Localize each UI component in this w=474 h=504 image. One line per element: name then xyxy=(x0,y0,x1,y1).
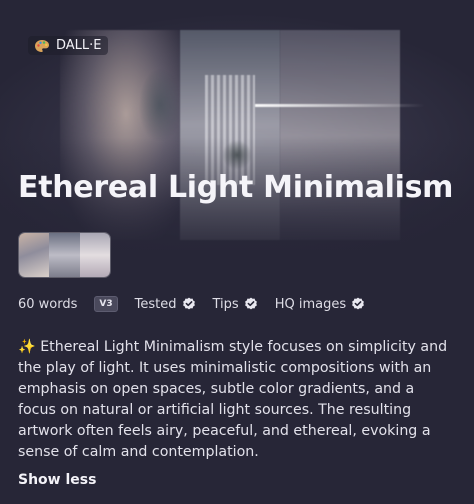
show-less-button[interactable]: Show less xyxy=(18,472,96,488)
tips-label: Tips xyxy=(212,296,239,312)
tips-item: Tips xyxy=(213,297,258,312)
tested-item: Tested xyxy=(135,297,196,312)
style-description: ✨ Ethereal Light Minimalism style focuse… xyxy=(18,337,456,463)
word-count: 60 words xyxy=(18,297,77,312)
thumbnail-image-1 xyxy=(19,233,50,277)
version-badge: V3 xyxy=(94,296,118,312)
page-title: Ethereal Light Minimalism xyxy=(18,170,454,205)
sparkle-icon: ✨ xyxy=(18,339,36,355)
verified-check-icon xyxy=(351,297,365,311)
meta-row: 60 words V3 Tested Tips HQ images xyxy=(18,296,382,312)
tested-label: Tested xyxy=(134,296,177,312)
model-badge-label: DALL·E xyxy=(56,38,102,53)
thumbnail-image-2 xyxy=(49,233,80,277)
hq-images-label: HQ images xyxy=(274,296,347,312)
description-text: Ethereal Light Minimalism style focuses … xyxy=(18,339,448,460)
version-item: V3 xyxy=(94,296,118,312)
style-thumbnail[interactable] xyxy=(18,232,111,278)
word-count-label: 60 words xyxy=(18,296,78,312)
verified-check-icon xyxy=(182,297,196,311)
palette-icon xyxy=(34,39,50,53)
hq-images-item: HQ images xyxy=(275,297,365,312)
verified-check-icon xyxy=(244,297,258,311)
model-badge: DALL·E xyxy=(28,36,108,55)
thumbnail-image-3 xyxy=(79,233,110,277)
